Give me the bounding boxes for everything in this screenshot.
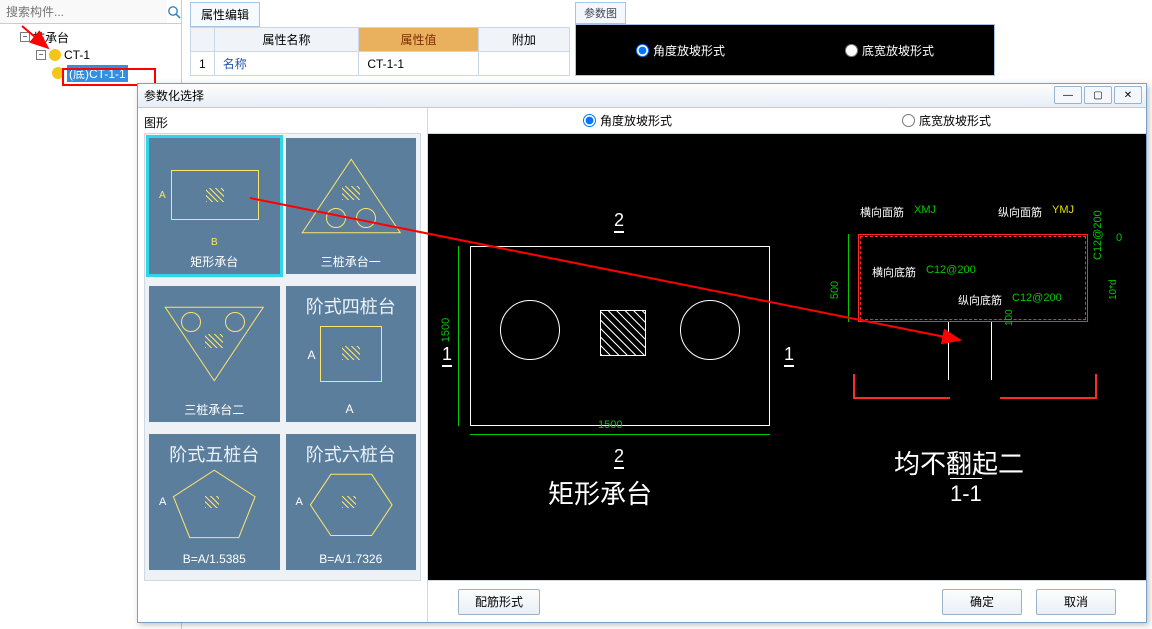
shape-caption: 三桩承台一 <box>321 253 381 270</box>
tab-param-view[interactable]: 参数图 <box>575 2 626 24</box>
row-index: 1 <box>191 52 215 76</box>
prop-value[interactable]: CT-1-1 <box>359 52 478 76</box>
shape-tri-cap-1[interactable]: 三桩承台一 <box>286 138 417 274</box>
tree-label: 桩承台 <box>33 29 69 46</box>
tree-node-ct1[interactable]: − CT-1 <box>2 46 179 64</box>
shape-rect-cap[interactable]: B A 矩形承台 <box>149 138 280 274</box>
tree-root[interactable]: − 桩承台 <box>2 28 179 46</box>
shape-caption: 三桩承台二 <box>184 401 244 418</box>
dialog-button-row: 配筋形式 确定 取消 <box>428 580 1146 622</box>
tree-label-selected: (底)CT-1-1 <box>67 65 128 82</box>
property-editor: 属性编辑 属性名称 属性值 附加 1 名称 CT-1-1 <box>190 2 570 76</box>
col-extra: 附加 <box>478 28 569 52</box>
tab-property-edit[interactable]: 属性编辑 <box>190 2 260 27</box>
search-icon <box>167 5 181 19</box>
preview-column: 角度放坡形式 底宽放坡形式 1 1 2 2 1500 1500 <box>428 108 1146 622</box>
prop-extra <box>478 52 569 76</box>
param-view-body: 角度放坡形式 底宽放坡形式 <box>575 24 995 76</box>
param-select-dialog: 参数化选择 — ▢ ✕ 图形 B A 矩形承台 <box>137 83 1147 623</box>
shape-header: 图形 <box>144 114 421 131</box>
search-row <box>0 0 181 24</box>
plan-title: 矩形承台 <box>548 474 652 511</box>
shape-caption: 矩形承台 <box>190 253 238 270</box>
shape-step-4[interactable]: 阶式四桩台 A A <box>286 286 417 422</box>
radio-input[interactable] <box>636 44 649 57</box>
radio-input[interactable] <box>902 114 915 127</box>
section-sub: 1-1 <box>950 478 982 507</box>
radio-input[interactable] <box>845 44 858 57</box>
property-table: 属性名称 属性值 附加 1 名称 CT-1-1 <box>190 27 570 76</box>
radio-width-slope[interactable]: 底宽放坡形式 <box>902 112 991 129</box>
col-name: 属性名称 <box>214 28 359 52</box>
rebar-form-button[interactable]: 配筋形式 <box>458 589 540 615</box>
prop-name: 名称 <box>214 52 359 76</box>
gear-icon <box>49 49 61 61</box>
search-button[interactable] <box>167 0 181 23</box>
section-title: 均不翻起二 <box>894 444 1024 481</box>
radio-width-slope[interactable]: 底宽放坡形式 <box>845 42 934 59</box>
cad-preview[interactable]: 1 1 2 2 1500 1500 矩形承台 横向 <box>428 134 1146 580</box>
tree: − 桩承台 − CT-1 (底)CT-1-1 <box>0 24 181 86</box>
dialog-titlebar[interactable]: 参数化选择 — ▢ ✕ <box>138 84 1146 108</box>
radio-angle-slope[interactable]: 角度放坡形式 <box>583 112 672 129</box>
shape-subcaption: B=A/1.5385 <box>183 552 246 566</box>
table-row[interactable]: 1 名称 CT-1-1 <box>191 52 570 76</box>
shape-subcaption: B=A/1.7326 <box>319 552 382 566</box>
maximize-button[interactable]: ▢ <box>1084 86 1112 104</box>
gear-icon <box>52 67 64 79</box>
search-input[interactable] <box>0 0 167 23</box>
tree-node-ct1-1[interactable]: (底)CT-1-1 <box>2 64 179 82</box>
tree-label: CT-1 <box>64 48 90 62</box>
shape-step-6[interactable]: 阶式六桩台 A B=A/1.7326 <box>286 434 417 570</box>
dialog-title: 参数化选择 <box>144 87 204 104</box>
radio-angle-slope[interactable]: 角度放坡形式 <box>636 42 725 59</box>
shape-palette: 图形 B A 矩形承台 <box>138 108 428 622</box>
cancel-button[interactable]: 取消 <box>1036 589 1116 615</box>
col-value: 属性值 <box>359 28 478 52</box>
close-button[interactable]: ✕ <box>1114 86 1142 104</box>
minimize-button[interactable]: — <box>1054 86 1082 104</box>
col-index <box>191 28 215 52</box>
radio-input[interactable] <box>583 114 596 127</box>
slope-radio-strip: 角度放坡形式 底宽放坡形式 <box>428 108 1146 134</box>
param-view-panel: 参数图 角度放坡形式 底宽放坡形式 <box>575 2 995 76</box>
shape-step-5[interactable]: 阶式五桩台 A B=A/1.5385 <box>149 434 280 570</box>
shape-grid[interactable]: B A 矩形承台 三桩承台一 <box>144 133 421 581</box>
collapse-icon[interactable]: − <box>36 50 46 60</box>
ok-button[interactable]: 确定 <box>942 589 1022 615</box>
collapse-icon[interactable]: − <box>20 32 30 42</box>
shape-tri-cap-2[interactable]: 三桩承台二 <box>149 286 280 422</box>
